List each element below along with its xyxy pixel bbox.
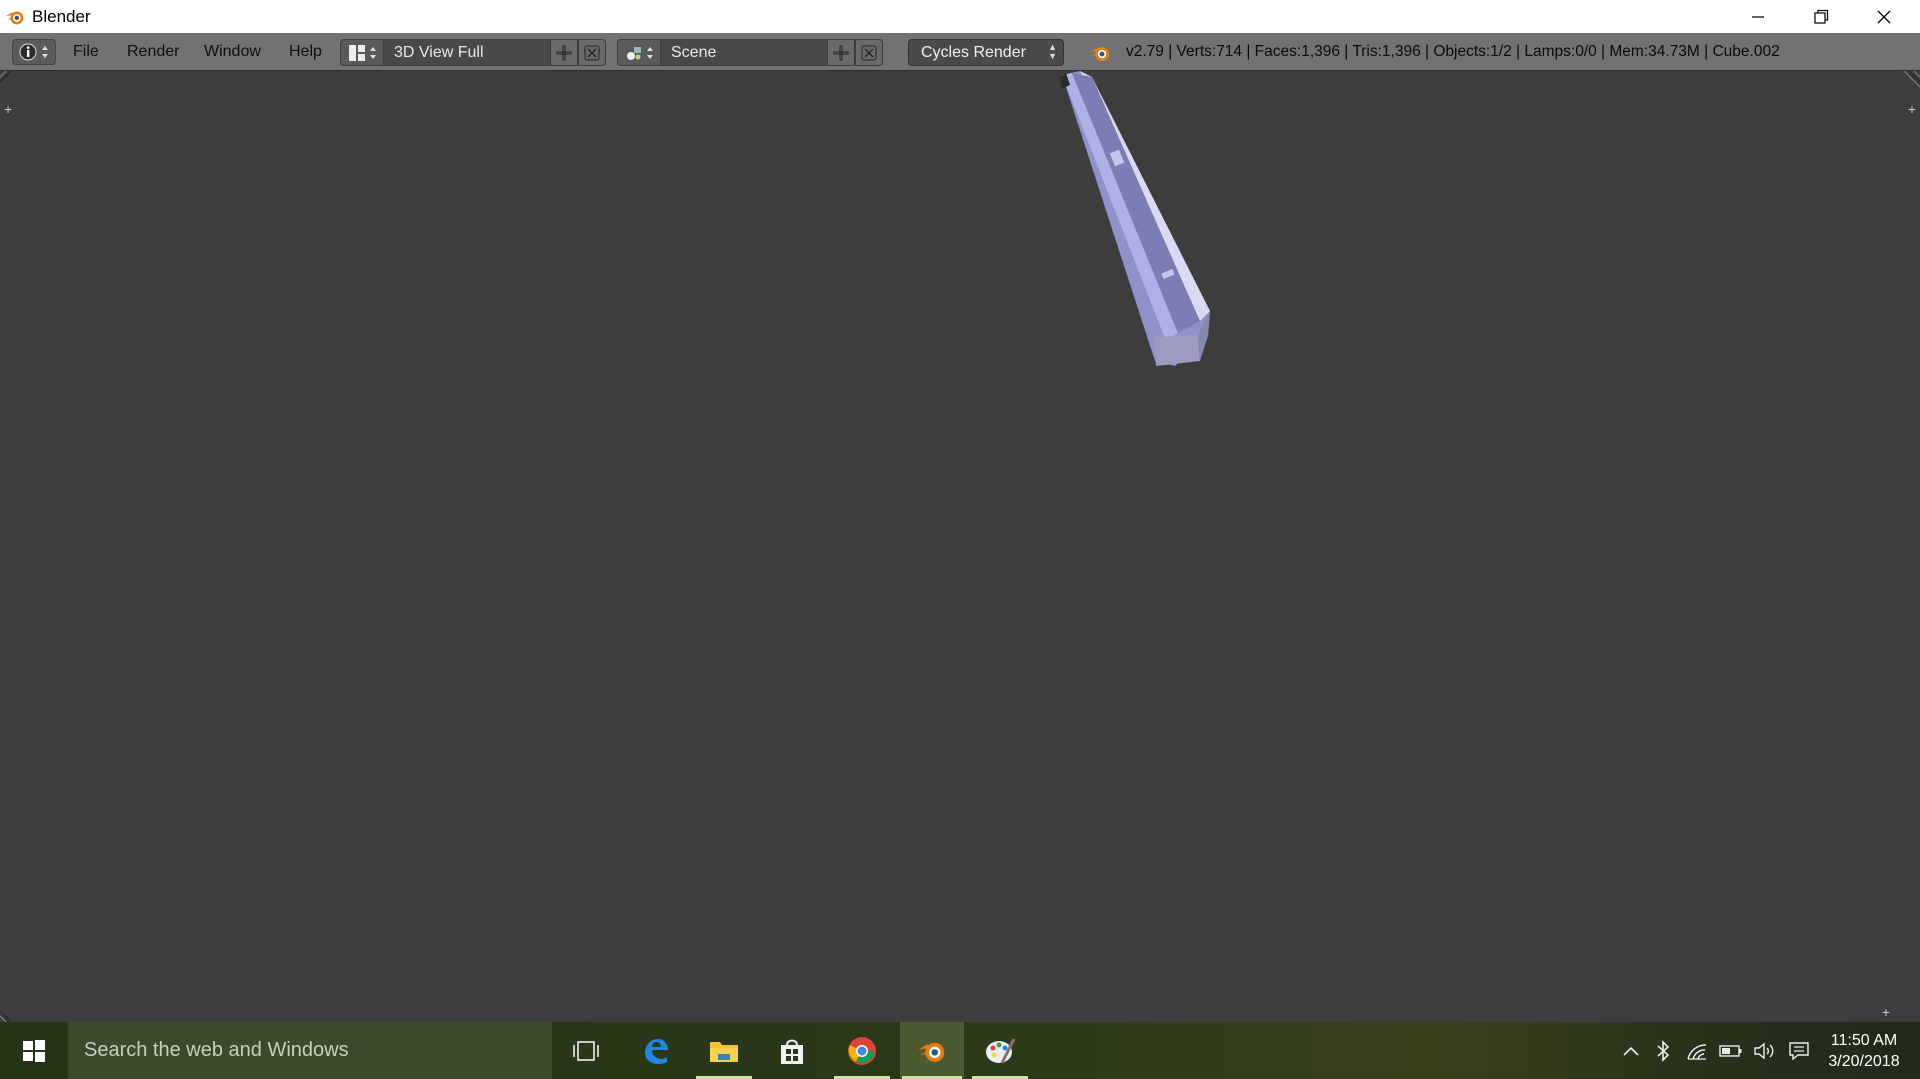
properties-toggle-icon[interactable]: +: [1908, 101, 1916, 117]
screen-layout-selector: 3D View Full: [340, 39, 606, 66]
info-header: File Render Window Help 3D View Full Sce…: [0, 33, 1920, 71]
scene-delete-button[interactable]: [855, 39, 883, 66]
scene-browse-button[interactable]: [617, 39, 661, 66]
chrome-icon: [848, 1036, 876, 1065]
menu-file[interactable]: File: [73, 41, 99, 63]
close-icon: [1877, 10, 1891, 23]
chevron-up-icon: [1623, 1046, 1639, 1056]
tray-volume[interactable]: [1750, 1022, 1780, 1079]
scene-selector: Scene: [617, 39, 883, 66]
menu-help[interactable]: Help: [289, 41, 322, 63]
screen-layout-name-field[interactable]: 3D View Full: [384, 39, 550, 66]
taskbar-paint[interactable]: [970, 1022, 1030, 1079]
taskbar-file-explorer[interactable]: [694, 1022, 754, 1079]
close-icon: [584, 45, 600, 60]
task-view-icon: [573, 1040, 599, 1061]
header-toggle-icon[interactable]: +: [1882, 1004, 1890, 1020]
windows-taskbar: Search the web and Windows 11:50 AM 3/20…: [0, 1022, 1920, 1079]
restore-icon: [1814, 9, 1829, 24]
updown-arrow-icon: [369, 46, 376, 59]
taskbar-store[interactable]: [762, 1022, 822, 1079]
minimize-icon: [1752, 15, 1764, 18]
area-split-corner-icon[interactable]: [1902, 71, 1920, 89]
screen-layout-add-button[interactable]: [550, 39, 578, 66]
tray-overflow-button[interactable]: [1616, 1022, 1646, 1079]
tray-battery[interactable]: [1716, 1022, 1746, 1079]
scene-name-field[interactable]: Scene: [661, 39, 827, 66]
taskbar-clock[interactable]: 11:50 AM 3/20/2018: [1822, 1030, 1906, 1072]
task-view-button[interactable]: [556, 1022, 616, 1079]
volume-icon: [1754, 1042, 1774, 1059]
bluetooth-icon: [1657, 1039, 1670, 1062]
render-engine-label: Cycles Render: [921, 44, 1026, 61]
window-title: Blender: [32, 6, 91, 26]
screen-layout-browse-button[interactable]: [340, 39, 384, 66]
taskbar-blender[interactable]: [900, 1022, 964, 1079]
plus-icon: [833, 45, 849, 60]
restore-button[interactable]: [1790, 0, 1852, 33]
blender-logo-icon: [5, 11, 24, 24]
action-center-icon: [1789, 1041, 1809, 1060]
render-engine-dropdown[interactable]: Cycles Render ▲ ▼: [908, 39, 1064, 66]
layout-grid-icon: [348, 44, 365, 61]
updown-arrow-icon: ▲ ▼: [1048, 42, 1057, 61]
updown-arrow-icon: [42, 46, 48, 58]
plus-icon: [556, 45, 572, 60]
taskbar-edge[interactable]: [626, 1022, 686, 1079]
tray-action-center[interactable]: [1784, 1022, 1814, 1079]
menu-render[interactable]: Render: [127, 41, 179, 63]
taskbar-chrome[interactable]: [832, 1022, 892, 1079]
wifi-icon: [1687, 1043, 1707, 1060]
scene-statistics: v2.79 | Verts:714 | Faces:1,396 | Tris:1…: [1126, 43, 1780, 60]
scene-icon: [626, 46, 641, 60]
tray-bluetooth[interactable]: [1650, 1022, 1676, 1079]
3d-viewport[interactable]: + + +: [0, 71, 1920, 1022]
store-icon: [781, 1039, 803, 1064]
area-split-corner-icon[interactable]: [0, 1004, 18, 1022]
menu-window[interactable]: Window: [204, 41, 261, 63]
window-titlebar: Blender: [0, 0, 1920, 33]
tray-wifi[interactable]: [1682, 1022, 1712, 1079]
taskbar-search-box[interactable]: Search the web and Windows: [68, 1022, 552, 1079]
windows-logo-icon: [23, 1039, 45, 1062]
blender-logo-icon: [1090, 47, 1109, 61]
edge-icon: [645, 1038, 668, 1064]
area-split-corner-icon[interactable]: [0, 71, 18, 89]
close-button[interactable]: [1853, 0, 1915, 33]
clock-date: 3/20/2018: [1828, 1053, 1900, 1070]
file-explorer-icon: [710, 1041, 738, 1062]
screen-layout-delete-button[interactable]: [578, 39, 606, 66]
close-icon: [861, 45, 877, 60]
info-icon: [19, 43, 37, 61]
mesh-object-cube-002[interactable]: [1050, 71, 1220, 371]
battery-icon: [1719, 1044, 1742, 1057]
start-button[interactable]: [0, 1022, 68, 1079]
clock-time: 11:50 AM: [1830, 1032, 1898, 1049]
scene-add-button[interactable]: [827, 39, 855, 66]
minimize-button[interactable]: [1727, 0, 1789, 33]
editor-type-selector[interactable]: [12, 39, 56, 65]
toolshelf-toggle-icon[interactable]: +: [4, 101, 12, 117]
updown-arrow-icon: [646, 46, 653, 59]
blender-icon: [918, 1042, 945, 1062]
paint-icon: [986, 1037, 1016, 1064]
